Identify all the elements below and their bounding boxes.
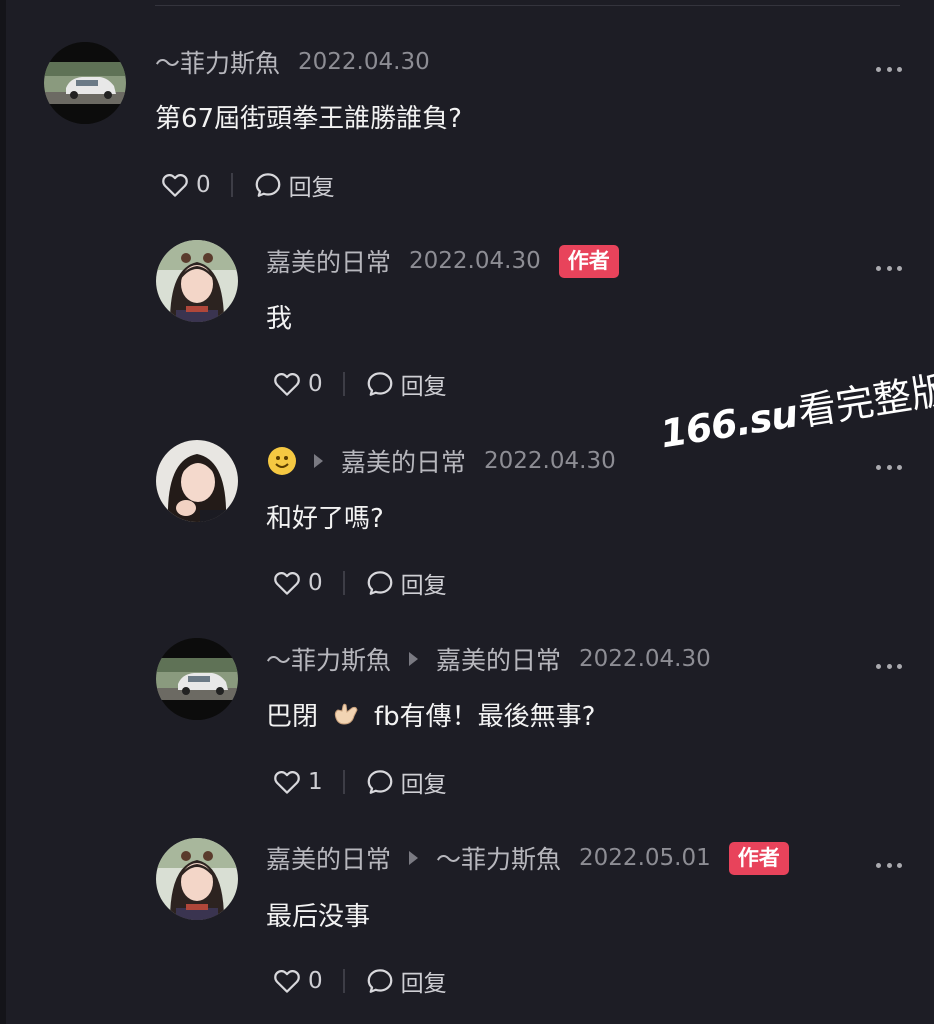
comment-meta: 嘉美的日常 2022.04.30 作者 <box>266 244 619 278</box>
comment-meta: ～菲力斯魚 嘉美的日常 2022.04.30 <box>266 642 711 676</box>
author-badge: 作者 <box>728 841 789 875</box>
reply-to-username[interactable]: 嘉美的日常 <box>436 641 561 677</box>
reply-button[interactable]: 回复 <box>401 367 447 401</box>
comment-text-part: 巴閉 <box>266 701 319 732</box>
reply-arrow-icon <box>409 851 419 865</box>
more-options-icon[interactable] <box>876 465 902 471</box>
reply-bubble-icon[interactable] <box>253 170 283 200</box>
comment-actions: 0 回复 <box>272 367 447 401</box>
reply-arrow-icon <box>314 454 323 468</box>
comment-meta: 嘉美的日常 ～菲力斯魚 2022.05.01 作者 <box>266 841 789 875</box>
comment-text-part: fb有傳！最後無事? <box>374 701 596 732</box>
girl-avatar[interactable] <box>156 838 238 920</box>
comment-meta: ～菲力斯魚 2022.04.30 <box>155 46 430 78</box>
girl-avatar[interactable] <box>156 240 238 322</box>
heart-icon[interactable] <box>272 568 302 598</box>
comment-meta: 嘉美的日常 2022.04.30 <box>268 444 616 478</box>
comment-date: 2022.04.30 <box>409 248 541 274</box>
heart-icon[interactable] <box>160 170 190 200</box>
car-avatar[interactable] <box>156 638 238 720</box>
comment-text: 和好了嗎? <box>266 503 384 534</box>
comment-text: 巴閉 fb有傳！最後無事? <box>266 696 595 732</box>
comment-text: 我 <box>266 303 293 334</box>
reply-bubble-icon[interactable] <box>365 568 395 598</box>
heart-icon[interactable] <box>272 966 302 996</box>
divider <box>342 571 345 595</box>
heart-icon[interactable] <box>272 767 302 797</box>
smiley-emoji-icon <box>268 447 296 475</box>
author-badge: 作者 <box>558 244 619 278</box>
username[interactable]: 嘉美的日常 <box>266 243 391 279</box>
girl-avatar-2[interactable] <box>156 440 238 522</box>
comment-date: 2022.04.30 <box>484 448 616 474</box>
call-me-hand-emoji-icon <box>334 703 358 725</box>
more-options-icon[interactable] <box>876 266 902 272</box>
reply-button[interactable]: 回复 <box>401 566 447 600</box>
like-count: 1 <box>308 769 323 795</box>
comment-date: 2022.05.01 <box>579 845 711 871</box>
left-edge-strip <box>0 0 6 1024</box>
watermark-site: 166.su <box>657 391 801 457</box>
reply-arrow-icon <box>409 652 419 666</box>
reply-button[interactable]: 回复 <box>289 168 335 202</box>
comment-actions: 1 回复 <box>272 765 447 799</box>
like-count: 0 <box>308 371 323 397</box>
more-options-icon[interactable] <box>876 863 902 869</box>
reply-bubble-icon[interactable] <box>365 369 395 399</box>
username[interactable]: 嘉美的日常 <box>266 840 391 876</box>
comment-actions: 0 回复 <box>272 566 447 600</box>
reply-bubble-icon[interactable] <box>365 966 395 996</box>
username[interactable]: ～菲力斯魚 <box>155 44 280 80</box>
comment-text: 第67屆街頭拳王誰勝誰負? <box>155 103 462 134</box>
reply-to-username[interactable]: ～菲力斯魚 <box>436 840 561 876</box>
like-count: 0 <box>308 968 323 994</box>
more-options-icon[interactable] <box>876 67 902 73</box>
comment-date: 2022.04.30 <box>579 646 711 672</box>
car-avatar[interactable] <box>44 42 126 124</box>
top-divider <box>155 5 900 6</box>
reply-button[interactable]: 回复 <box>401 964 447 998</box>
reply-bubble-icon[interactable] <box>365 767 395 797</box>
reply-button[interactable]: 回复 <box>401 765 447 799</box>
divider <box>342 770 345 794</box>
like-count: 0 <box>196 172 211 198</box>
watermark-suffix: 看完整版 <box>795 367 934 435</box>
more-options-icon[interactable] <box>876 664 902 670</box>
divider <box>230 173 233 197</box>
comment-date: 2022.04.30 <box>298 49 430 75</box>
heart-icon[interactable] <box>272 369 302 399</box>
username[interactable]: 嘉美的日常 <box>341 443 466 479</box>
watermark: 166.su 看完整版 <box>656 358 934 458</box>
divider <box>342 372 345 396</box>
comment-text: 最后没事 <box>266 901 371 932</box>
comment-actions: 0 回复 <box>272 964 447 998</box>
divider <box>342 969 345 993</box>
username[interactable]: ～菲力斯魚 <box>266 641 391 677</box>
comment-actions: 0 回复 <box>160 168 335 202</box>
like-count: 0 <box>308 570 323 596</box>
